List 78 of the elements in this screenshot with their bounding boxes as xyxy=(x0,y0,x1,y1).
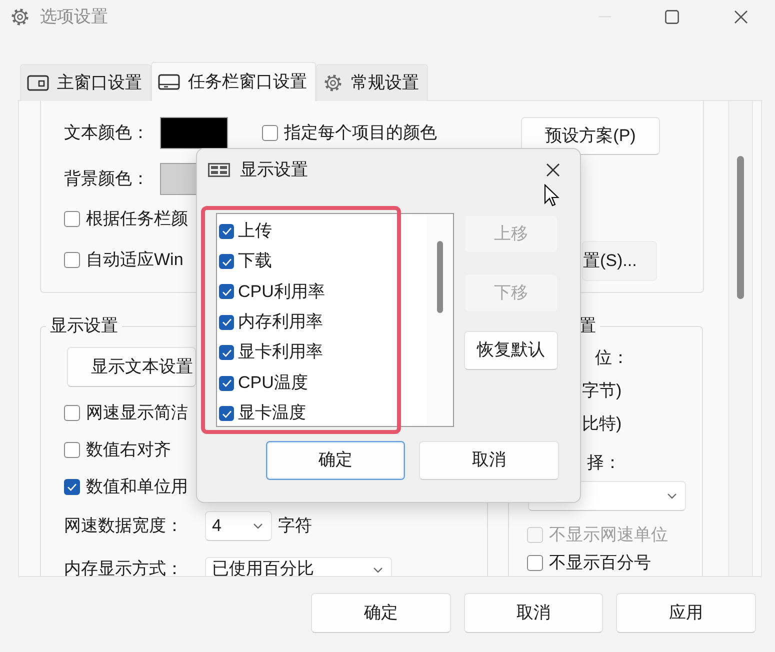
close-icon xyxy=(546,163,560,177)
chevron-down-icon xyxy=(373,566,383,572)
window-icon xyxy=(27,75,49,91)
checkbox-label: 显卡利用率 xyxy=(238,341,323,364)
checkbox-label: 内存利用率 xyxy=(238,310,323,333)
chevron-down-icon xyxy=(667,493,677,499)
check-icon xyxy=(222,288,232,296)
checkbox[interactable] xyxy=(64,211,80,227)
scrollbar-thumb[interactable] xyxy=(737,156,744,299)
checkbox[interactable] xyxy=(64,479,80,495)
option-label: 字节) xyxy=(582,380,622,402)
table-icon xyxy=(208,163,230,177)
checkbox-label: 自动适应Win xyxy=(86,248,184,271)
checkbox-label: CPU利用率 xyxy=(238,280,325,302)
field-label: 内存显示方式： xyxy=(64,558,184,576)
checkbox-label: 数值右对齐 xyxy=(86,438,171,461)
taskbar-icon xyxy=(158,74,180,90)
check-icon xyxy=(222,227,232,236)
mouse-pointer-icon xyxy=(544,184,560,208)
maximize-icon xyxy=(665,10,679,24)
checkbox-label: 显卡温度 xyxy=(238,402,306,424)
checkbox-label: 指定每个项目的颜色 xyxy=(284,122,437,144)
checkbox-label: 不显示网速单位 xyxy=(549,524,668,546)
checkbox[interactable] xyxy=(64,405,80,421)
unit-label: 字符 xyxy=(278,514,312,537)
checkbox-label: 数值和单位用 xyxy=(86,476,188,498)
text-settings-button[interactable]: 显示文本设置 xyxy=(67,347,196,387)
checkbox[interactable] xyxy=(527,555,543,571)
dialog-button[interactable]: 确定 xyxy=(266,441,405,480)
checkbox-label: 网速显示简洁 xyxy=(86,402,188,424)
scrollbar-thumb[interactable] xyxy=(437,241,443,313)
checkbox[interactable] xyxy=(219,224,234,239)
settings-button[interactable]: 置(S)... xyxy=(582,241,657,281)
tab[interactable]: 常规设置 xyxy=(316,64,428,101)
color-swatch[interactable] xyxy=(160,117,228,149)
checkbox[interactable] xyxy=(64,442,80,458)
tab[interactable]: 任务栏窗口设置 xyxy=(151,62,316,101)
check-icon xyxy=(67,483,77,491)
field-label: 位： xyxy=(595,346,629,369)
checkbox[interactable] xyxy=(219,254,234,270)
checkbox[interactable] xyxy=(262,125,278,141)
close-icon xyxy=(734,10,748,24)
checkbox-label: CPU温度 xyxy=(238,372,308,394)
dialog-button[interactable]: 确定 xyxy=(311,593,451,633)
checkbox-label: 下载 xyxy=(238,250,272,272)
field-label: 择： xyxy=(587,452,621,474)
checkbox[interactable] xyxy=(219,345,234,360)
checkbox-label: 根据任务栏颜 xyxy=(86,208,188,230)
field-label: 网速数据宽度： xyxy=(64,514,184,537)
group-title: 置 xyxy=(578,315,597,337)
checkbox[interactable] xyxy=(219,314,234,330)
tab[interactable]: 主窗口设置 xyxy=(20,64,151,101)
window-title: 选项设置 xyxy=(40,6,108,28)
checkbox-label: 不显示百分号 xyxy=(549,552,651,574)
list-action-button[interactable]: 恢复默认 xyxy=(464,331,558,370)
dropdown[interactable]: 4 xyxy=(205,511,272,541)
check-icon xyxy=(222,258,232,266)
checkbox-label: 上传 xyxy=(238,220,272,242)
gear-icon xyxy=(323,73,343,93)
checkbox[interactable] xyxy=(219,406,234,422)
dialog-button[interactable]: 应用 xyxy=(616,593,756,633)
dialog-button[interactable]: 取消 xyxy=(464,593,603,633)
preset-button[interactable]: 预设方案(P) xyxy=(521,117,660,155)
option-label: 比特) xyxy=(582,412,622,435)
chevron-down-icon xyxy=(253,523,263,529)
check-icon xyxy=(222,348,232,357)
check-icon xyxy=(222,410,232,418)
field-label: 文本颜色： xyxy=(64,122,150,144)
checkbox[interactable] xyxy=(219,376,234,391)
check-icon xyxy=(222,379,232,388)
field-label: 背景颜色： xyxy=(64,168,150,190)
check-icon xyxy=(222,318,232,326)
gear-icon xyxy=(10,7,30,27)
dialog-button[interactable]: 取消 xyxy=(419,441,559,480)
checkbox[interactable] xyxy=(64,252,80,268)
checkbox[interactable] xyxy=(219,284,234,300)
group-title: 显示设置 xyxy=(49,315,119,337)
dialog-title: 显示设置 xyxy=(240,158,308,181)
